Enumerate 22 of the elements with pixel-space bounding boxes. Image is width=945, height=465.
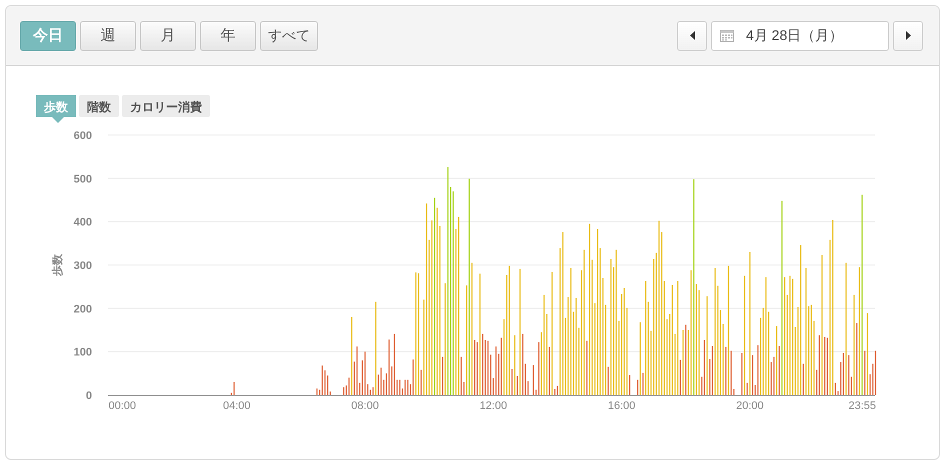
period-tab[interactable]: 週 <box>80 20 136 50</box>
axis-label: 04:00 <box>223 400 251 412</box>
axis-label: 100 <box>74 346 92 359</box>
axis-label: 16:00 <box>608 400 636 412</box>
axis-label: 08:00 <box>351 400 379 412</box>
axis-label: 300 <box>74 260 92 272</box>
metric-tab[interactable]: カロリー消費 <box>122 95 210 117</box>
axis-title: 歩数 <box>52 254 64 276</box>
date-field[interactable]: 4月 28日（月） <box>711 20 889 50</box>
axis-label: 20:00 <box>736 400 764 412</box>
axis-label: 12:00 <box>480 400 508 412</box>
axis-label: 500 <box>74 173 92 186</box>
axis-label: 600 <box>74 130 92 142</box>
axis-label: 200 <box>74 303 92 316</box>
axis-label: 00:00 <box>108 400 136 412</box>
axis-label: 0 <box>86 390 92 402</box>
axis-label: 23:55 <box>848 400 876 412</box>
period-tab[interactable]: 月 <box>140 20 196 50</box>
metric-tab[interactable]: 階数 <box>79 95 119 117</box>
period-tab[interactable]: 年 <box>200 20 256 50</box>
axis-label: 400 <box>74 216 92 229</box>
period-tab[interactable]: すべて <box>260 20 318 50</box>
